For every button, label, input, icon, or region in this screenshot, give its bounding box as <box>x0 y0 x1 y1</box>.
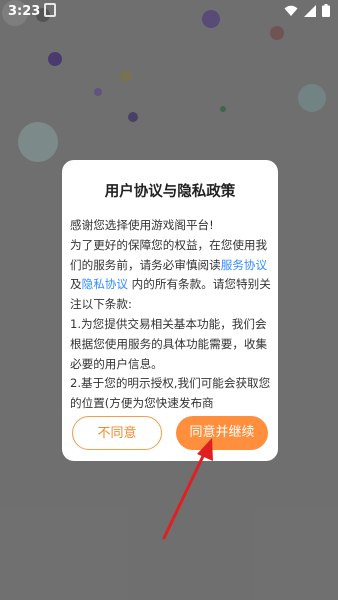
annotation-arrow-icon <box>162 438 213 540</box>
